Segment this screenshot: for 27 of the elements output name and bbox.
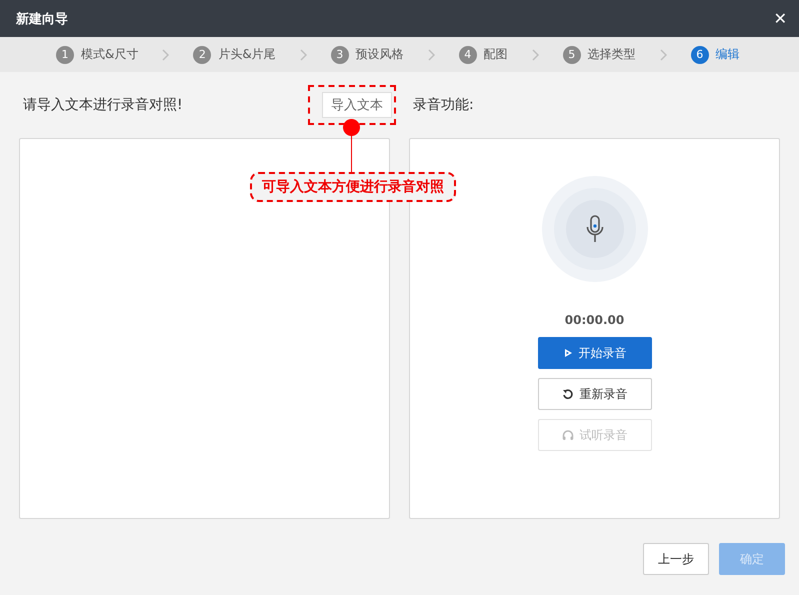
step-tab[interactable]: 6 编辑 (690, 46, 740, 64)
headphones-icon (562, 429, 574, 441)
panel-heading: 录音功能: (413, 96, 474, 114)
redo-icon (562, 388, 574, 400)
annotation-dot (343, 119, 360, 136)
chevron-icon (300, 48, 307, 60)
footer-button[interactable]: 上一步 (643, 543, 709, 575)
import-text-button[interactable]: 导入文本 (322, 92, 392, 118)
chevron-icon (428, 48, 435, 60)
window-title: 新建向导 (16, 10, 68, 28)
recording-timer: 00:00.00 (564, 313, 624, 327)
leader-line (351, 135, 352, 172)
microphone-icon (586, 215, 604, 243)
step-tab[interactable]: 3 预设风格 (330, 46, 404, 64)
step-tab[interactable]: 4 配图 (458, 46, 508, 64)
step-tab[interactable]: 2 片头&片尾 (193, 46, 276, 64)
step-tab[interactable]: 5 选择类型 (562, 46, 636, 64)
step-tab[interactable]: 1 模式&尺寸 (56, 46, 138, 64)
chevron-icon (660, 48, 667, 60)
close-icon[interactable]: ✕ (774, 9, 787, 28)
record-button[interactable]: 重新录音 (538, 378, 652, 410)
panel-heading: 请导入文本进行录音对照! (23, 96, 183, 114)
annotation-callout: 可导入文本方便进行录音对照 (250, 172, 456, 202)
chevron-icon (162, 48, 170, 60)
chevron-icon (532, 48, 539, 60)
play-icon (562, 348, 572, 358)
record-button[interactable]: 开始录音 (538, 337, 652, 369)
